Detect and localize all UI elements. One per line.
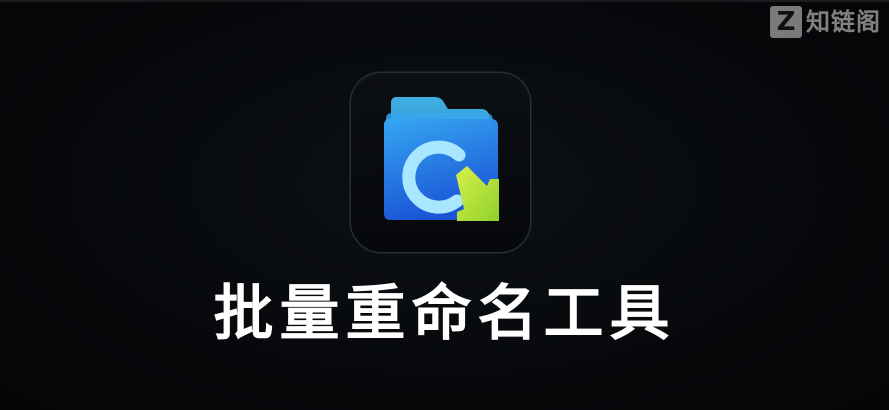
watermark-text: 知链阁 [806, 8, 881, 36]
video-frame: Z 知链阁 批量重命名工具 [0, 0, 889, 410]
page-title: 批量重命名工具 [213, 279, 676, 349]
batch-rename-folder-icon [384, 97, 499, 221]
top-border-line [0, 0, 889, 2]
watermark-badge-icon: Z [770, 6, 802, 38]
app-icon-tile [351, 73, 530, 252]
watermark-logo: Z 知链阁 [770, 6, 881, 38]
